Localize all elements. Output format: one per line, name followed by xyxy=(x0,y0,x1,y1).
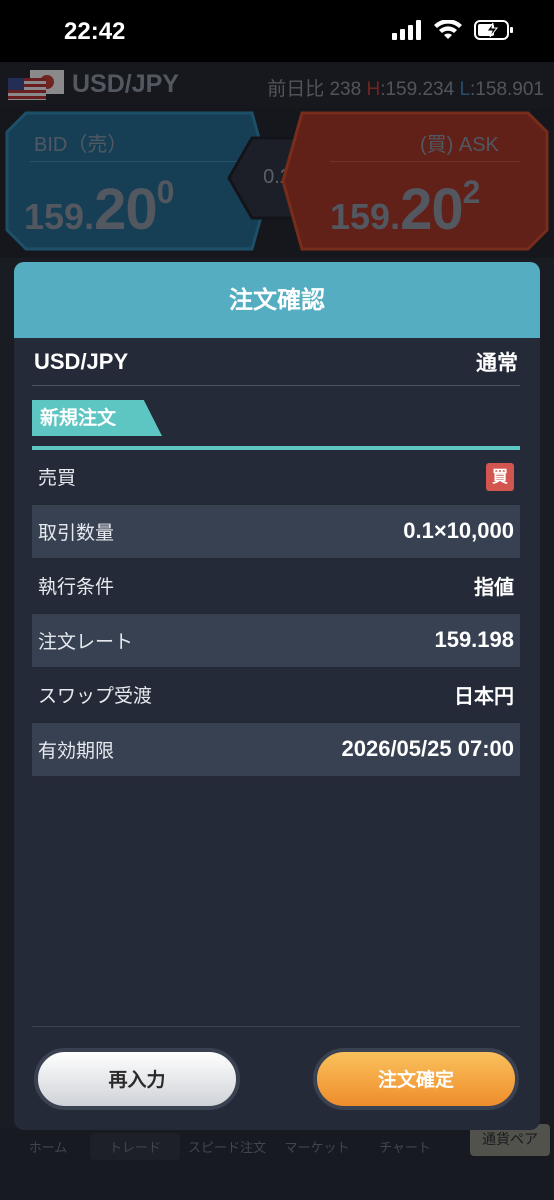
confirm-order-button[interactable]: 注文確定 xyxy=(313,1048,519,1110)
order-pair: USD/JPY xyxy=(34,348,129,374)
reenter-button[interactable]: 再入力 xyxy=(34,1048,240,1110)
section-header: 新規注文 xyxy=(32,400,520,450)
section-underline xyxy=(32,446,520,450)
row-label: 売買 xyxy=(38,467,77,490)
status-bar: 22:42 xyxy=(0,0,554,62)
row-value: 2026/05/25 07:00 xyxy=(341,736,515,762)
row-label: 有効期限 xyxy=(38,739,115,762)
row-value: 指値 xyxy=(474,575,514,600)
detail-row-quantity: 取引数量 0.1×10,000 xyxy=(32,504,520,559)
row-label: スワップ受渡 xyxy=(38,685,153,708)
detail-row-side: 売買 買 xyxy=(32,450,520,505)
row-label: 執行条件 xyxy=(38,576,115,599)
status-icons xyxy=(392,20,514,40)
dialog-title: 注文確認 xyxy=(14,262,540,338)
buy-badge: 買 xyxy=(486,462,514,491)
battery-charging-icon xyxy=(474,20,513,40)
row-value: 159.198 xyxy=(434,627,514,653)
order-pair-row: USD/JPY 通常 xyxy=(32,338,520,386)
footer-divider xyxy=(32,1026,520,1027)
wifi-icon xyxy=(434,20,462,39)
detail-row-execution: 執行条件 指値 xyxy=(32,559,520,614)
status-time: 22:42 xyxy=(64,18,126,45)
row-label: 取引数量 xyxy=(38,521,115,544)
detail-row-swap: スワップ受渡 日本円 xyxy=(32,668,520,723)
section-label-new-order: 新規注文 xyxy=(32,400,162,436)
detail-row-expiry: 有効期限 2026/05/25 07:00 xyxy=(32,722,520,777)
detail-row-rate: 注文レート 159.198 xyxy=(32,613,520,668)
order-type: 通常 xyxy=(476,350,518,375)
order-confirm-dialog: 注文確認 USD/JPY 通常 新規注文 売買 買 取引数量 0.1×10,00… xyxy=(14,262,540,1130)
row-value: 日本円 xyxy=(454,684,514,709)
row-value: 0.1×10,000 xyxy=(403,518,514,544)
cellular-signal-icon xyxy=(392,20,421,40)
dialog-body: USD/JPY 通常 新規注文 売買 買 取引数量 0.1×10,000 執行条… xyxy=(32,338,520,777)
order-details: 売買 買 取引数量 0.1×10,000 執行条件 指値 注文レート 159.1… xyxy=(32,450,520,777)
row-label: 注文レート xyxy=(38,630,134,653)
